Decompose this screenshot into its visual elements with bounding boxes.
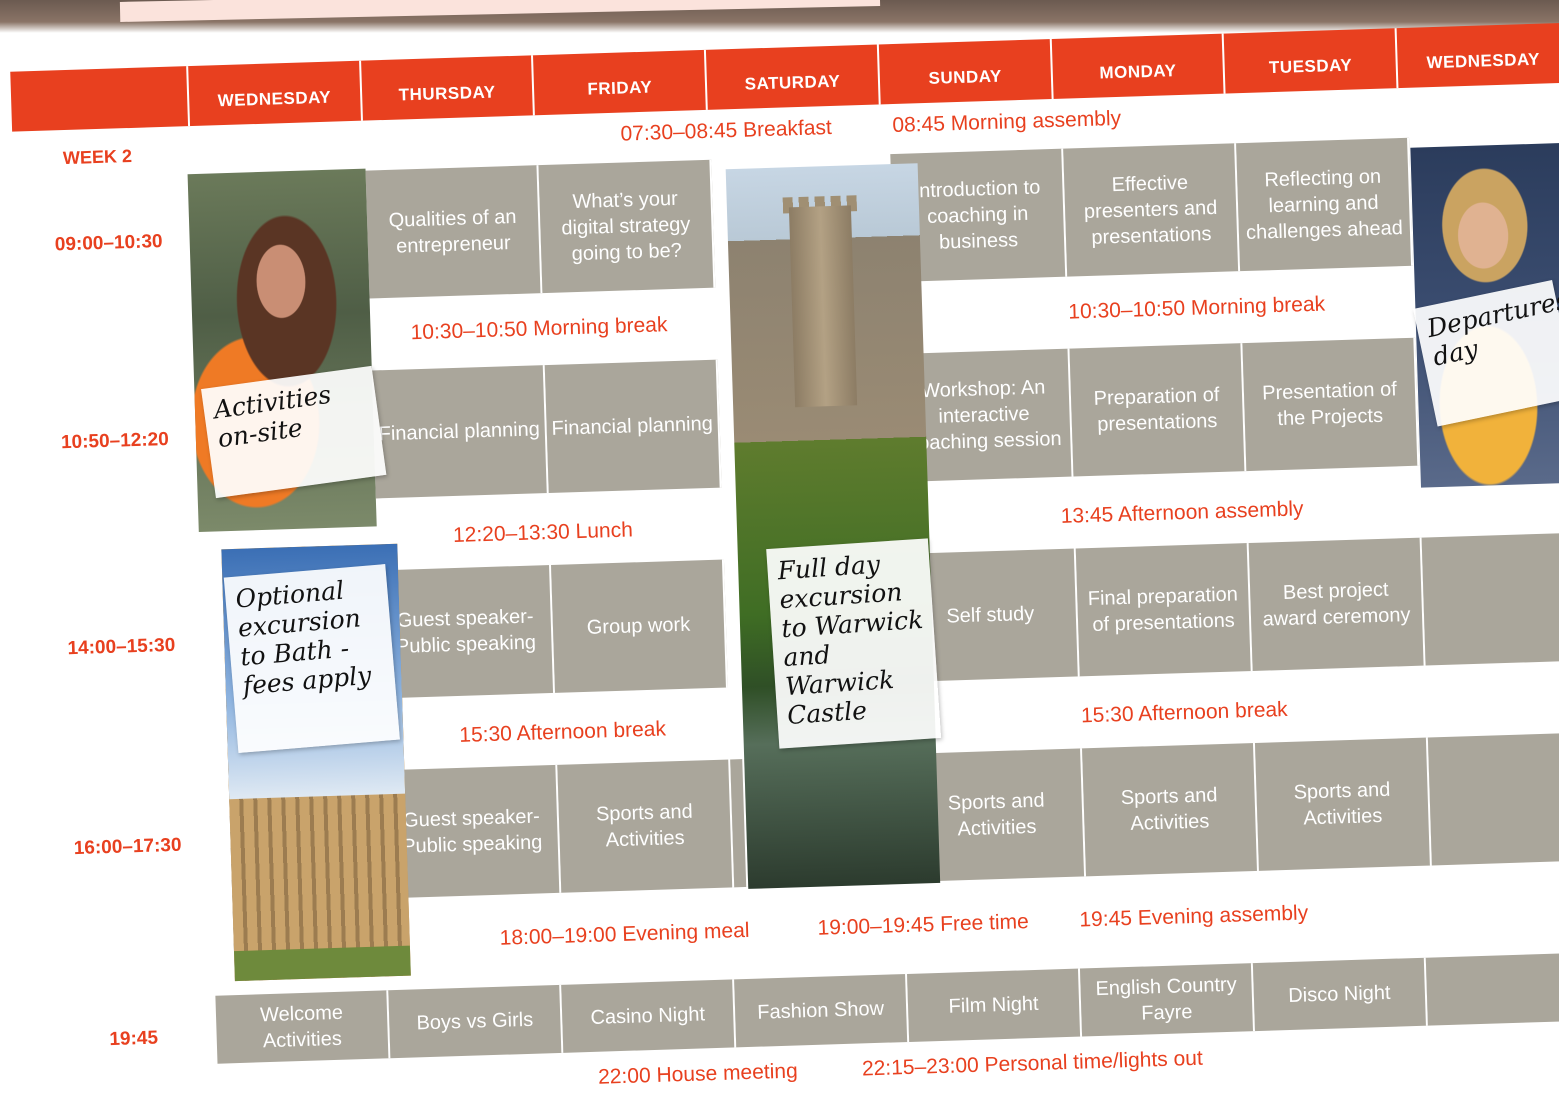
time-slot-5: 19:45 — [109, 1027, 159, 1051]
evening-tue: Disco Night — [1252, 957, 1428, 1032]
session-thu-1: Qualities of an entrepreneur — [365, 165, 543, 299]
day-header-thursday: THURSDAY — [360, 55, 536, 121]
band-afternoon-assembly: 13:45 Afternoon assembly — [1060, 497, 1304, 528]
photo-bath-lawn — [233, 945, 411, 982]
day-header-saturday: SATURDAY — [706, 44, 881, 110]
session-thu-3: Guest speaker- Public speaking — [378, 564, 556, 699]
photo-warwick-castle — [725, 163, 941, 889]
band-breakfast: 07:30–08:45 Breakfast — [620, 115, 833, 146]
session-fri-1: What’s your digital strategy going to be… — [538, 159, 716, 294]
session-tue-1: Reflecting on learning and challenges ah… — [1236, 137, 1414, 272]
evening-wed: Welcome Activities — [215, 990, 391, 1064]
evening-wed2 — [1425, 952, 1559, 1026]
session-wed2-3 — [1421, 533, 1559, 666]
note-warwick-excursion: Full day excursion to Warwick and Warwic… — [766, 538, 942, 749]
session-thu-4: Guest speaker- Public speaking — [384, 764, 562, 899]
note-optional-excursion-bath: Optional excursion to Bath - fees apply — [223, 564, 400, 753]
session-tue-3: Best project award ceremony — [1248, 537, 1426, 671]
session-mon-1: Effective presenters and presentations — [1063, 143, 1241, 277]
band-lunch: 12:20–13:30 Lunch — [452, 518, 634, 548]
band-afternoon-break-left: 15:30 Afternoon break — [458, 717, 667, 747]
band-evening-meal: 18:00–19:00 Evening meal — [499, 918, 750, 950]
band-morning-break-right: 10:30–10:50 Morning break — [1067, 292, 1326, 324]
session-fri-4: Sports and Activities — [557, 759, 735, 893]
day-header-wednesday: WEDNESDAY — [187, 60, 363, 127]
band-morning-assembly: 08:45 Morning assembly — [892, 106, 1122, 138]
session-mon-2: Preparation of presentations — [1069, 343, 1247, 477]
session-tue-4: Sports and Activities — [1254, 737, 1432, 871]
time-slot-1: 09:00–10:30 — [54, 231, 163, 256]
session-fri-3: Group work — [551, 559, 728, 693]
time-slot-2: 10:50–12:20 — [60, 428, 170, 454]
band-free-time: 19:00–19:45 Free time — [817, 910, 1030, 940]
evening-fri: Casino Night — [561, 979, 737, 1053]
evening-mon: English Country Fayre — [1079, 963, 1256, 1037]
evening-sun: Film Night — [907, 968, 1083, 1042]
castle-tower — [788, 205, 858, 408]
day-header-row: WEDNESDAY THURSDAY FRIDAY SATURDAY SUNDA… — [10, 22, 1559, 132]
evening-sat: Fashion Show — [734, 973, 910, 1048]
session-fri-2: Financial planning — [544, 359, 722, 494]
session-mon-3: Final preparation of presentations — [1075, 543, 1253, 677]
time-slot-4: 16:00–17:30 — [73, 834, 182, 860]
day-header-sunday: SUNDAY — [878, 38, 1054, 105]
session-tue-2: Presentation of the Projects — [1242, 337, 1420, 472]
day-header-wednesday-2: WEDNESDAY — [1396, 22, 1559, 89]
day-header-tuesday: TUESDAY — [1224, 28, 1399, 94]
day-header-monday: MONDAY — [1051, 33, 1226, 99]
note-activities-on-site: Activities on-site — [201, 365, 387, 499]
session-wed2-4 — [1427, 733, 1559, 866]
timetable-sheet: WEDNESDAY THURSDAY FRIDAY SATURDAY SUNDA… — [0, 0, 1559, 1097]
evening-thu: Boys vs Girls — [388, 984, 564, 1059]
session-thu-2: Financial planning — [371, 365, 549, 499]
band-lights-out: 22:15–23:00 Personal time/lights out — [861, 1046, 1204, 1081]
session-mon-4: Sports and Activities — [1082, 742, 1259, 877]
band-afternoon-break-right: 15:30 Afternoon break — [1080, 697, 1288, 728]
week-label: WEEK 2 — [62, 145, 133, 169]
band-house-meeting: 22:00 House meeting — [597, 1059, 799, 1089]
band-morning-break-left: 10:30–10:50 Morning break — [410, 313, 668, 345]
day-header-friday: FRIDAY — [533, 49, 708, 116]
header-corner — [10, 66, 190, 132]
band-evening-assembly: 19:45 Evening assembly — [1079, 901, 1309, 932]
time-slot-3: 14:00–15:30 — [67, 634, 176, 660]
